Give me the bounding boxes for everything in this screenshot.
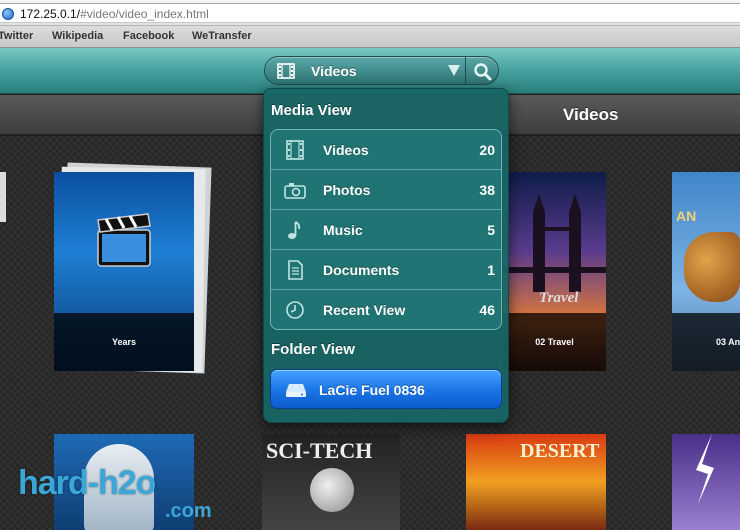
document-icon xyxy=(288,260,303,280)
tile-caption: 03 An xyxy=(672,313,740,371)
media-tile-years[interactable]: Years xyxy=(54,172,194,371)
view-select-label: Videos xyxy=(311,63,357,79)
tile-caption-text: Years xyxy=(111,337,137,347)
clapperboard-icon xyxy=(97,213,151,267)
bookmarks-bar: Twitter Wikipedia Facebook WeTransfer xyxy=(0,26,740,48)
menu-item-photos[interactable]: Photos 38 xyxy=(271,170,501,210)
lion-art xyxy=(684,232,740,302)
tile-caption-text: 03 An xyxy=(716,337,740,347)
bookmark-twitter[interactable]: Twitter xyxy=(0,30,33,42)
chevron-down-icon xyxy=(448,65,460,76)
menu-item-label: Recent View xyxy=(323,302,406,318)
camera-icon xyxy=(284,183,306,199)
tile-art-text: AN xyxy=(676,208,697,224)
media-tile-animals[interactable]: AN 03 An xyxy=(672,172,740,371)
folder-lacie-button[interactable]: LaCie Fuel 0836 xyxy=(270,369,502,409)
media-tile-desert[interactable]: DESERT xyxy=(466,434,606,530)
folder-view-title: Folder View xyxy=(271,341,355,358)
tile-caption-text: 02 Travel xyxy=(535,337,574,347)
astronaut-art xyxy=(310,468,354,512)
menu-item-count: 1 xyxy=(487,262,495,278)
lightning-art xyxy=(696,434,714,504)
menu-item-recent-view[interactable]: Recent View 46 xyxy=(271,290,501,329)
menu-item-label: Photos xyxy=(323,182,371,198)
search-icon xyxy=(474,63,492,81)
tile-caption: 02 Travel xyxy=(503,313,606,371)
page-title: Videos xyxy=(563,105,619,124)
url-field[interactable]: 172.25.0.1/#video/video_index.html xyxy=(0,3,740,23)
bookmark-facebook[interactable]: Facebook xyxy=(123,30,174,42)
menu-item-count: 5 xyxy=(487,222,495,238)
menu-item-count: 38 xyxy=(479,182,495,198)
menu-item-count: 20 xyxy=(479,142,495,158)
watermark-domain: .com xyxy=(165,500,212,522)
search-button[interactable] xyxy=(465,56,499,85)
url-host: 172.25.0.1/ xyxy=(20,7,81,21)
media-view-title: Media View xyxy=(271,102,352,119)
menu-item-label: Videos xyxy=(323,142,369,158)
watermark-logo: hard-h2o xyxy=(18,464,156,502)
media-tile-partial[interactable] xyxy=(0,172,6,222)
film-icon xyxy=(286,140,304,160)
menu-item-videos[interactable]: Videos 20 xyxy=(271,130,501,170)
media-tile-scitech[interactable]: SCI-TECH xyxy=(262,434,400,530)
drive-icon xyxy=(286,384,306,397)
view-dropdown-panel: Media View Videos 20 Photos 38 Music 5 D… xyxy=(263,88,509,423)
media-tile-storm[interactable] xyxy=(672,434,740,530)
menu-item-label: Documents xyxy=(323,262,400,278)
tile-art-text: Travel xyxy=(539,290,579,306)
bookmark-wikipedia[interactable]: Wikipedia xyxy=(52,30,103,42)
menu-item-count: 46 xyxy=(479,302,495,318)
url-path: #video/video_index.html xyxy=(80,7,209,21)
bookmark-wetransfer[interactable]: WeTransfer xyxy=(192,30,252,42)
menu-item-label: Music xyxy=(323,222,363,238)
globe-icon xyxy=(2,8,14,20)
tile-art-text: DESERT xyxy=(520,440,600,462)
view-select-dropdown[interactable]: Videos xyxy=(264,56,466,85)
folder-label: LaCie Fuel 0836 xyxy=(319,382,425,398)
film-icon xyxy=(277,63,295,79)
menu-item-documents[interactable]: Documents 1 xyxy=(271,250,501,290)
url-text: 172.25.0.1/#video/video_index.html xyxy=(20,7,209,21)
music-note-icon xyxy=(288,221,301,239)
tile-art-text: SCI-TECH xyxy=(266,438,373,463)
clock-icon xyxy=(286,301,304,319)
media-view-list: Videos 20 Photos 38 Music 5 Documents 1 … xyxy=(270,129,502,330)
browser-address-bar: 172.25.0.1/#video/video_index.html xyxy=(0,0,740,26)
menu-item-music[interactable]: Music 5 xyxy=(271,210,501,250)
tile-caption: Years xyxy=(54,313,194,371)
media-tile-travel[interactable]: Travel 02 Travel xyxy=(503,172,606,371)
